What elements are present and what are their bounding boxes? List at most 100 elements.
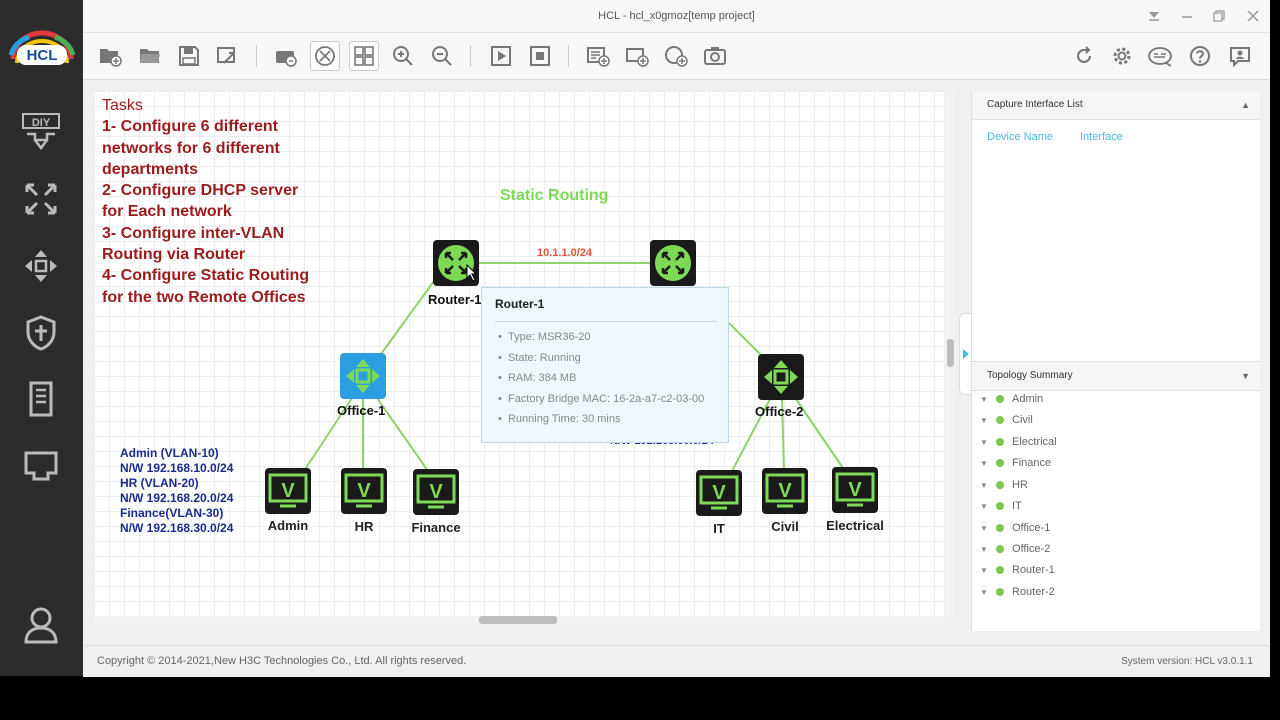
export-icon[interactable] <box>213 41 243 71</box>
topology-item[interactable]: ▼ Admin <box>980 389 1043 409</box>
topology-panel-header[interactable]: Topology Summary ▼ <box>972 361 1260 391</box>
pc-admin[interactable]: V <box>265 468 311 514</box>
server-icon[interactable] <box>20 378 62 420</box>
svg-text:DIY: DIY <box>32 117 51 129</box>
network-port-icon[interactable] <box>20 445 62 487</box>
stop-all-icon[interactable] <box>525 41 555 71</box>
collapse-arrows-icon[interactable]: ▼ <box>1241 362 1250 390</box>
link-label: 10.1.1.0/24 <box>537 247 593 259</box>
topology-canvas[interactable]: Tasks 1- Configure 6 different networks … <box>94 91 944 616</box>
router-device-icon[interactable] <box>20 178 62 220</box>
status-dot-icon <box>996 524 1004 532</box>
vertical-scroll-thumb[interactable] <box>947 339 954 367</box>
expand-arrow-icon: ▼ <box>980 587 988 597</box>
task-line-0: Tasks <box>102 97 143 114</box>
topology-item[interactable]: ▼ Finance <box>980 453 1051 473</box>
topology-view-icon[interactable] <box>310 41 340 71</box>
pc-monitor-icon: V <box>835 472 875 507</box>
pc-it[interactable]: V <box>696 470 742 516</box>
feedback-icon[interactable] <box>1225 41 1255 71</box>
open-folder-icon[interactable] <box>135 41 165 71</box>
pc-electrical[interactable]: V <box>832 467 878 513</box>
close-icon[interactable] <box>1237 0 1269 32</box>
link-router2-office2 <box>728 322 763 357</box>
screenshot-camera-icon[interactable] <box>700 41 730 71</box>
topology-item[interactable]: ▼ Electrical <box>980 432 1057 452</box>
pc-finance[interactable]: V <box>413 469 459 515</box>
tooltip-divider <box>495 321 717 322</box>
expand-arrow-icon: ▼ <box>980 501 988 511</box>
pc-civil-label: Civil <box>771 519 799 534</box>
minimize-icon[interactable] <box>1171 0 1203 32</box>
topology-item[interactable]: ▼ Router-1 <box>980 560 1055 580</box>
topology-item[interactable]: ▼ HR <box>980 475 1028 495</box>
topology-item[interactable]: ▼ Office-1 <box>980 518 1050 538</box>
window-title: HCL - hcl_x0gmoz[temp project] <box>598 10 755 22</box>
topology-item[interactable]: ▼ Router-2 <box>980 582 1055 602</box>
col-device-name: Device Name <box>987 131 1054 143</box>
office-1-switch[interactable] <box>340 353 386 399</box>
toolbar-separator <box>568 45 569 67</box>
add-list-icon[interactable] <box>583 41 613 71</box>
save-icon[interactable] <box>174 41 204 71</box>
svg-text:V: V <box>848 479 862 501</box>
dropdown-icon[interactable] <box>1138 0 1170 32</box>
horizontal-scroll-thumb[interactable] <box>479 616 557 624</box>
mouse-cursor-icon <box>466 264 478 282</box>
link-router1-office1 <box>380 280 435 355</box>
tooltip-item: • Running Time: 30 mins <box>498 413 621 425</box>
office-2-switch[interactable] <box>758 354 804 400</box>
office-2-label: Office-2 <box>755 404 804 419</box>
switch-icon <box>764 360 798 394</box>
switch-device-icon[interactable] <box>20 245 62 287</box>
refresh-icon[interactable] <box>1069 41 1099 71</box>
diy-icon[interactable]: DIY <box>20 112 62 154</box>
vertical-scrollbar[interactable] <box>945 91 955 616</box>
chevron-right-icon <box>963 349 969 359</box>
expand-arrow-icon: ▼ <box>980 480 988 490</box>
capture-device-icon[interactable] <box>271 41 301 71</box>
expand-arrow-icon: ▼ <box>980 437 988 447</box>
topology-item[interactable]: ▼ Office-2 <box>980 539 1050 559</box>
help-icon[interactable] <box>1185 41 1215 71</box>
restore-icon[interactable] <box>1203 0 1235 32</box>
status-dot-icon <box>996 545 1004 553</box>
horizontal-scrollbar[interactable] <box>94 616 944 626</box>
expand-arrow-icon: ▼ <box>980 523 988 533</box>
vlan-notes: Admin (VLAN-10) N/W 192.168.10.0/24 HR (… <box>120 446 234 535</box>
zoom-in-icon[interactable] <box>388 41 418 71</box>
add-circle-icon[interactable] <box>661 41 691 71</box>
user-icon[interactable] <box>20 604 62 646</box>
pc-hr[interactable]: V <box>341 468 387 514</box>
command-line-icon[interactable] <box>1146 41 1176 71</box>
svg-text:V: V <box>778 480 792 502</box>
pc-monitor-icon: V <box>699 475 739 510</box>
zoom-out-icon[interactable] <box>427 41 457 71</box>
pc-civil[interactable]: V <box>762 468 808 514</box>
task-line: 1- Configure 6 different <box>102 118 279 136</box>
task-line: 2- Configure DHCP server <box>102 182 299 200</box>
tooltip-item: • State: Running <box>498 352 581 364</box>
topology-item[interactable]: ▼ IT <box>980 496 1022 516</box>
svg-text:V: V <box>281 480 295 502</box>
settings-gear-icon[interactable] <box>1107 41 1137 71</box>
task-line: 3- Configure inter-VLAN <box>102 224 285 242</box>
new-project-icon[interactable] <box>95 41 125 71</box>
capture-panel-header[interactable]: Capture Interface List ▲ <box>972 91 1260 120</box>
svg-text:V: V <box>357 480 371 502</box>
status-dot-icon <box>996 481 1004 489</box>
grid-view-icon[interactable] <box>349 41 379 71</box>
status-dot-icon <box>996 459 1004 467</box>
router-2-device[interactable] <box>650 240 696 286</box>
topology-item[interactable]: ▼ Civil <box>980 410 1033 430</box>
add-rectangle-icon[interactable] <box>622 41 652 71</box>
toolbar-separator <box>470 45 471 67</box>
status-bar: Copyright © 2014-2021,New H3C Technologi… <box>83 645 1270 677</box>
pc-finance-label: Finance <box>411 520 461 535</box>
network-title: Static Routing <box>500 187 609 204</box>
start-all-icon[interactable] <box>486 41 516 71</box>
copyright-text: Copyright © 2014-2021,New H3C Technologi… <box>97 655 467 667</box>
collapse-arrows-icon[interactable]: ▲ <box>1241 91 1250 119</box>
firewall-shield-icon[interactable] <box>20 312 62 354</box>
hcl-logo: HCL <box>6 28 78 74</box>
